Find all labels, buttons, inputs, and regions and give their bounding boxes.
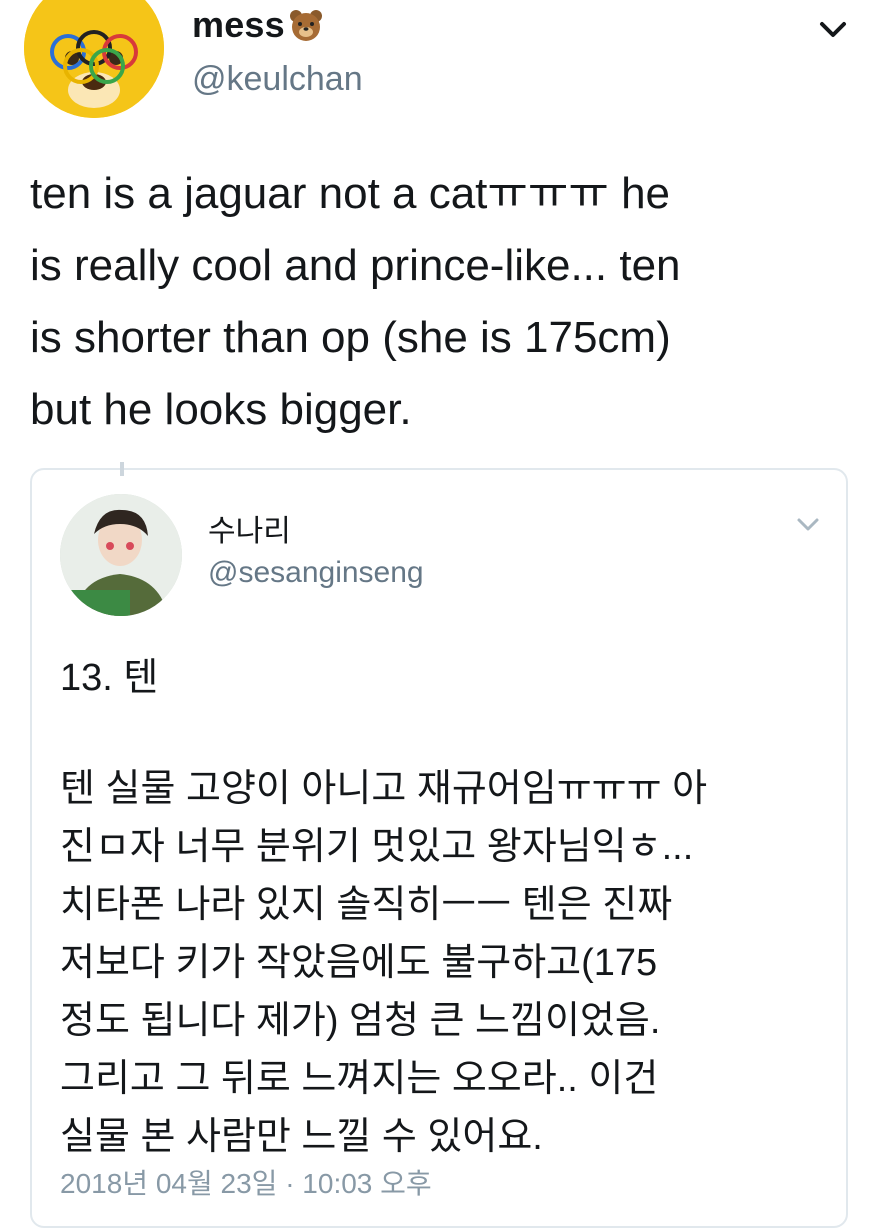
chevron-down-icon [820,22,846,37]
quoted-line: 진ㅁ자 너무 분위기 멋있고 왕자님익ㅎ... [60,826,694,868]
author-display-name[interactable]: mess [192,4,323,46]
tweet-line: is shorter than op (she is 175cm) [30,313,671,362]
quoted-author-handle[interactable]: @sesanginseng [208,556,424,590]
author-name-text: mess [192,4,285,45]
quoted-tweet-card[interactable]: 수나리 @sesanginseng 13. 텐 텐 실물 고양이 아니고 재규어… [30,462,848,1228]
thread-connector [120,462,124,476]
quoted-line: 치타폰 나라 있지 솔직히ㅡㅡ 텐은 진짜 [60,884,673,926]
quoted-author-name[interactable]: 수나리 [208,506,291,550]
author-avatar[interactable] [24,0,164,118]
tweet-text: ten is a jaguar not a catㅠㅠㅠ he is reall… [30,158,840,446]
quoted-line: 실물 본 사람만 느낄 수 있어요. [60,1116,543,1158]
quoted-text: 텐 실물 고양이 아니고 재규어임ㅠㅠㅠ 아 진ㅁ자 너무 분위기 멋있고 왕자… [60,760,830,1166]
bear-avatar-icon [24,0,164,118]
tweet-menu-button[interactable] [816,12,850,46]
author-handle[interactable]: @keulchan [192,60,363,99]
tweet-line: ten is a jaguar not a catㅠㅠㅠ he [30,169,671,218]
quoted-line: 저보다 키가 작았음에도 불구하고(175 [60,942,658,984]
tweet-line: but he looks bigger. [30,385,412,434]
quoted-timestamp[interactable]: 2018년 04월 23일 · 10:03 오후 [60,1162,432,1202]
quoted-line: 그리고 그 뒤로 느껴지는 오오라.. 이건 [60,1058,659,1100]
quoted-line: 텐 실물 고양이 아니고 재규어임ㅠㅠㅠ 아 [60,768,708,810]
tweet-line: is really cool and prince-like... ten [30,241,681,290]
quoted-heading: 13. 텐 [60,657,159,699]
chevron-down-icon [797,518,819,531]
quoted-line: 정도 됩니다 제가) 엄청 큰 느낌이었음. [60,1000,661,1042]
bear-face-emoji [289,10,322,41]
quoted-menu-button[interactable] [794,510,822,538]
quoted-author-avatar[interactable] [60,494,182,616]
person-avatar-icon [60,494,182,616]
